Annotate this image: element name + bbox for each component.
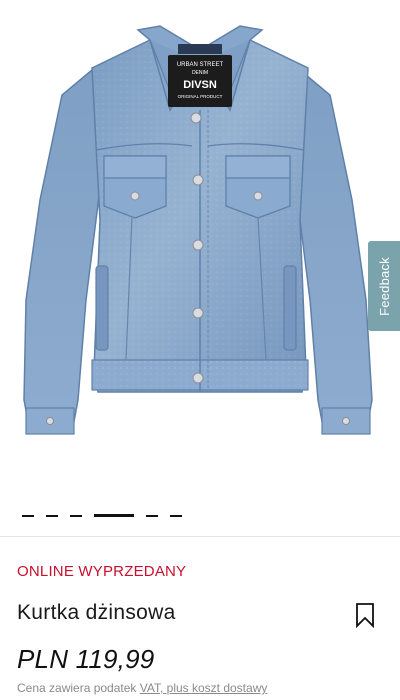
label-line-1: URBAN STREET <box>177 62 224 68</box>
product-title: Kurtka dżinsowa <box>17 601 176 624</box>
label-line-3: ORIGINAL PRODUCT <box>178 94 223 99</box>
shipping-cost-link[interactable]: VAT, plus koszt dostawy <box>140 681 268 695</box>
product-page: URBAN STREET DENIM DIVSN ORIGINAL PRODUC… <box>0 0 400 700</box>
availability-status: ONLINE WYPRZEDANY <box>17 563 187 580</box>
pager-dash-4-active[interactable] <box>94 514 134 517</box>
label-line-2: DENIM <box>192 70 208 76</box>
label-brand: DIVSN <box>183 79 217 91</box>
product-gallery[interactable]: URBAN STREET DENIM DIVSN ORIGINAL PRODUC… <box>0 0 400 540</box>
pager-dash-1[interactable] <box>22 515 34 517</box>
tax-note: Cena zawiera podatek VAT, plus koszt dos… <box>17 681 267 695</box>
tax-note-text: Cena zawiera podatek <box>17 681 140 695</box>
pager-dash-3[interactable] <box>70 515 82 517</box>
divider <box>0 536 400 537</box>
pager-dash-5[interactable] <box>146 515 158 517</box>
feedback-tab[interactable]: Feedback <box>368 241 400 331</box>
bookmark-icon[interactable] <box>354 602 376 628</box>
feedback-label: Feedback <box>376 256 392 316</box>
pager-dash-6[interactable] <box>170 515 182 517</box>
product-image[interactable]: URBAN STREET DENIM DIVSN ORIGINAL PRODUC… <box>0 0 400 500</box>
product-price: PLN 119,99 <box>17 644 155 674</box>
pager-dash-2[interactable] <box>46 515 58 517</box>
gallery-pager[interactable] <box>0 512 400 518</box>
